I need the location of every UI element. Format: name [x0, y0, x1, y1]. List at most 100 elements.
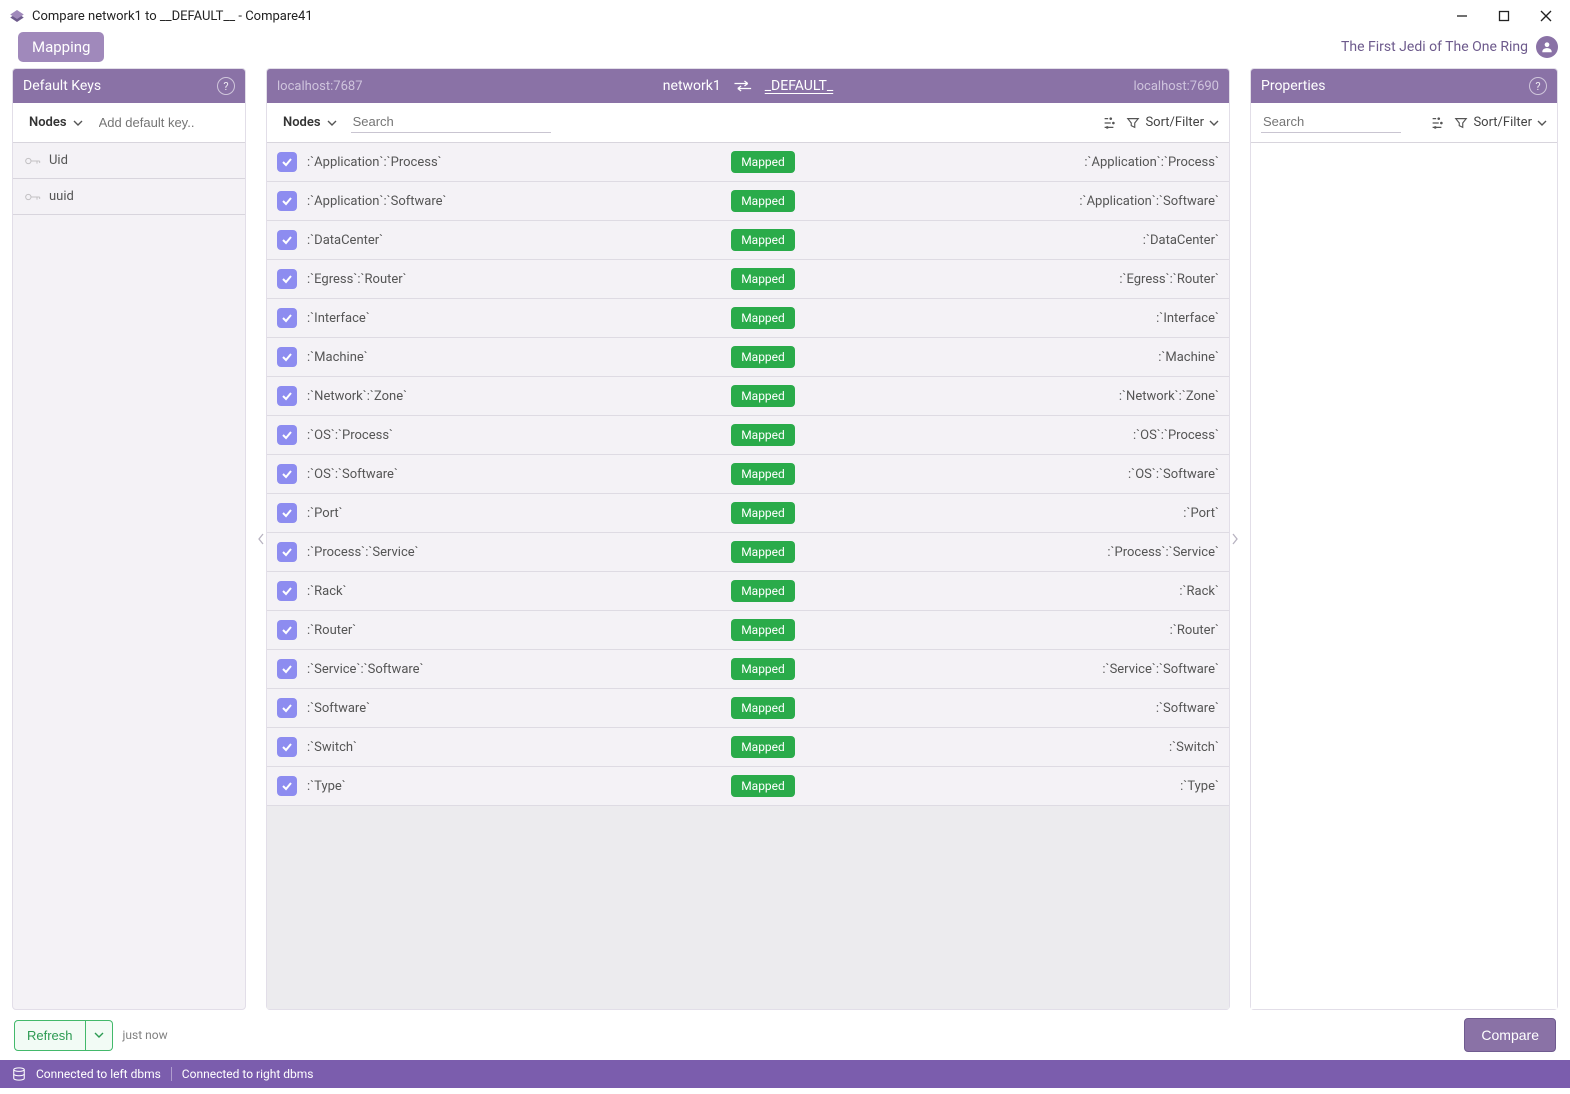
sort-filter-button[interactable]: Sort/Filter	[1454, 115, 1547, 130]
refresh-menu-button[interactable]	[86, 1020, 113, 1051]
mapping-checkbox[interactable]	[277, 542, 297, 562]
mapping-row[interactable]: :`Application`:`Process` Mapped :`Applic…	[267, 143, 1229, 182]
mapping-panel: localhost:7687 network1 _DEFAULT_ localh…	[266, 68, 1230, 1010]
maximize-button[interactable]	[1494, 6, 1514, 26]
compare-button[interactable]: Compare	[1464, 1018, 1556, 1052]
check-icon	[281, 663, 293, 675]
mapping-row[interactable]: :`Service`:`Software` Mapped :`Service`:…	[267, 650, 1229, 689]
mapping-row[interactable]: :`Machine` Mapped :`Machine`	[267, 338, 1229, 377]
mapping-row[interactable]: :`Type` Mapped :`Type`	[267, 767, 1229, 806]
status-bar: Connected to left dbms Connected to righ…	[0, 1060, 1570, 1088]
default-key-row[interactable]: Uid	[13, 143, 245, 179]
check-icon	[281, 624, 293, 636]
mapping-checkbox[interactable]	[277, 386, 297, 406]
add-default-key-input[interactable]	[97, 114, 277, 131]
mapping-checkbox[interactable]	[277, 308, 297, 328]
check-icon	[281, 312, 293, 324]
collapse-right-handle[interactable]	[1230, 68, 1240, 1010]
config-icon[interactable]	[1428, 114, 1446, 132]
mapping-row[interactable]: :`Network`:`Zone` Mapped :`Network`:`Zon…	[267, 377, 1229, 416]
mapping-checkbox[interactable]	[277, 503, 297, 523]
mapping-left-label: :`Machine`	[307, 350, 537, 365]
mapping-row[interactable]: :`Application`:`Software` Mapped :`Appli…	[267, 182, 1229, 221]
mapping-list[interactable]: :`Application`:`Process` Mapped :`Applic…	[267, 143, 1229, 1009]
mapping-checkbox[interactable]	[277, 347, 297, 367]
mapping-right-label: :`Process`:`Service`	[989, 545, 1219, 560]
default-key-row[interactable]: uuid	[13, 179, 245, 215]
sort-filter-label: Sort/Filter	[1473, 115, 1532, 130]
mapping-row[interactable]: :`Router` Mapped :`Router`	[267, 611, 1229, 650]
mapping-checkbox[interactable]	[277, 269, 297, 289]
mapping-checkbox[interactable]	[277, 191, 297, 211]
status-badge: Mapped	[731, 775, 795, 797]
mapping-right-label: :`Service`:`Software`	[989, 662, 1219, 677]
mapping-checkbox[interactable]	[277, 230, 297, 250]
nodes-search-input[interactable]	[351, 113, 551, 130]
mapping-left-label: :`Network`:`Zone`	[307, 389, 537, 404]
mapping-checkbox[interactable]	[277, 152, 297, 172]
tab-mapping[interactable]: Mapping	[18, 32, 104, 62]
mapping-right-label: :`OS`:`Software`	[989, 467, 1219, 482]
sort-filter-button[interactable]: Sort/Filter	[1126, 115, 1219, 130]
mapping-left-label: :`Interface`	[307, 311, 537, 326]
nodes-selector[interactable]: Nodes	[277, 110, 343, 135]
close-button[interactable]	[1536, 6, 1556, 26]
mapping-checkbox[interactable]	[277, 776, 297, 796]
mapping-left-label: :`Port`	[307, 506, 537, 521]
mapping-row[interactable]: :`Process`:`Service` Mapped :`Process`:`…	[267, 533, 1229, 572]
swap-icon[interactable]	[733, 79, 753, 93]
properties-search-input[interactable]	[1261, 113, 1401, 130]
mapping-row[interactable]: :`Switch` Mapped :`Switch`	[267, 728, 1229, 767]
mapping-right-label: :`Software`	[989, 701, 1219, 716]
default-key-label: uuid	[49, 189, 74, 204]
check-icon	[281, 195, 293, 207]
mapping-right-label: :`DataCenter`	[989, 233, 1219, 248]
help-icon[interactable]: ?	[1529, 77, 1547, 95]
check-icon	[281, 351, 293, 363]
check-icon	[281, 273, 293, 285]
user-area[interactable]: The First Jedi of The One Ring	[1341, 36, 1558, 58]
mapping-left-label: :`Application`:`Software`	[307, 194, 537, 209]
mapping-checkbox[interactable]	[277, 464, 297, 484]
status-badge: Mapped	[731, 463, 795, 485]
mapping-left-label: :`Egress`:`Router`	[307, 272, 537, 287]
mapping-left-label: :`OS`:`Software`	[307, 467, 537, 482]
mapping-checkbox[interactable]	[277, 659, 297, 679]
collapse-left-handle[interactable]	[256, 68, 266, 1010]
right-host: localhost:7690	[1133, 79, 1219, 94]
mapping-row[interactable]: :`Interface` Mapped :`Interface`	[267, 299, 1229, 338]
refresh-button[interactable]: Refresh	[14, 1020, 86, 1051]
mapping-left-label: :`Software`	[307, 701, 537, 716]
mapping-row[interactable]: :`Egress`:`Router` Mapped :`Egress`:`Rou…	[267, 260, 1229, 299]
mapping-right-label: :`Application`:`Process`	[989, 155, 1219, 170]
mapping-checkbox[interactable]	[277, 737, 297, 757]
help-icon[interactable]: ?	[217, 77, 235, 95]
check-icon	[281, 741, 293, 753]
mapping-row[interactable]: :`Port` Mapped :`Port`	[267, 494, 1229, 533]
mapping-left-label: :`Type`	[307, 779, 537, 794]
status-left: Connected to left dbms	[36, 1067, 161, 1081]
mapping-row[interactable]: :`OS`:`Software` Mapped :`OS`:`Software`	[267, 455, 1229, 494]
mapping-right-label: :`OS`:`Process`	[989, 428, 1219, 443]
properties-title: Properties	[1261, 78, 1325, 94]
tab-strip: Mapping The First Jedi of The One Ring	[0, 32, 1570, 68]
chevron-down-icon	[1537, 118, 1547, 128]
minimize-button[interactable]	[1452, 6, 1472, 26]
left-db-name: network1	[663, 78, 721, 94]
mapping-row[interactable]: :`Software` Mapped :`Software`	[267, 689, 1229, 728]
default-keys-selector[interactable]: Nodes	[23, 110, 89, 135]
check-icon	[281, 702, 293, 714]
mapping-checkbox[interactable]	[277, 581, 297, 601]
right-db-name: _DEFAULT_	[765, 78, 833, 94]
mapping-checkbox[interactable]	[277, 698, 297, 718]
mapping-checkbox[interactable]	[277, 425, 297, 445]
config-icon[interactable]	[1100, 114, 1118, 132]
status-badge: Mapped	[731, 541, 795, 563]
status-badge: Mapped	[731, 268, 795, 290]
mapping-row[interactable]: :`OS`:`Process` Mapped :`OS`:`Process`	[267, 416, 1229, 455]
mapping-row[interactable]: :`DataCenter` Mapped :`DataCenter`	[267, 221, 1229, 260]
mapping-checkbox[interactable]	[277, 620, 297, 640]
mapping-row[interactable]: :`Rack` Mapped :`Rack`	[267, 572, 1229, 611]
mapping-right-label: :`Machine`	[989, 350, 1219, 365]
check-icon	[281, 156, 293, 168]
